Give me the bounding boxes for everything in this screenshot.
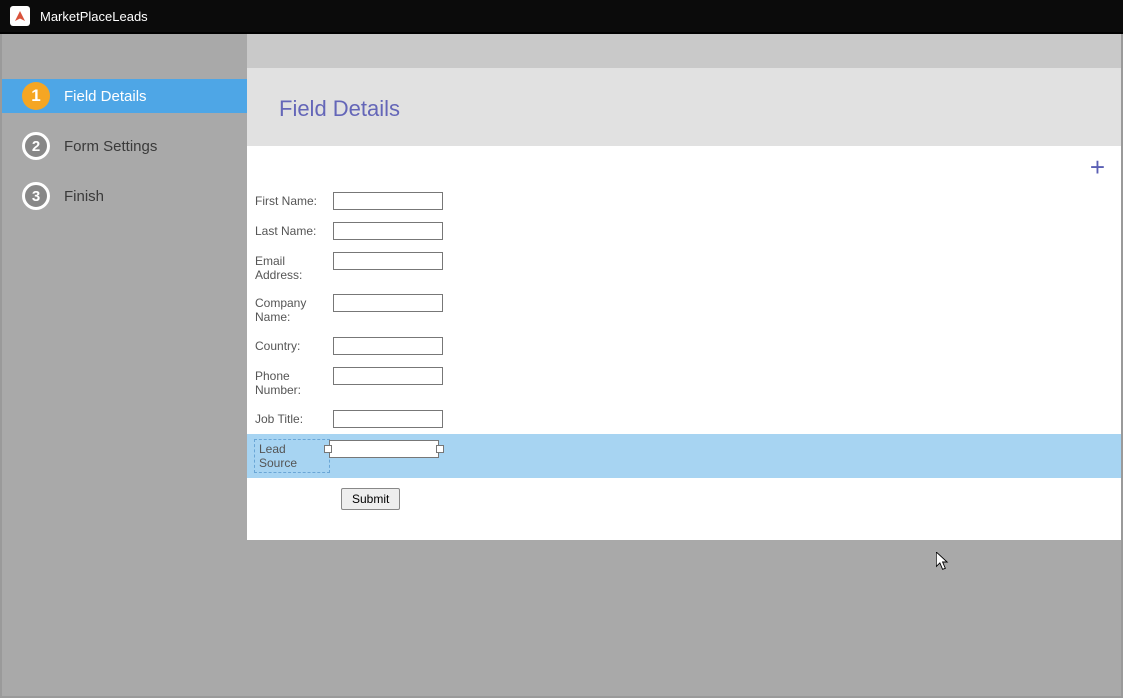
field-label: Lead Source <box>255 440 329 472</box>
field-row-first-name[interactable]: First Name: <box>255 186 1113 216</box>
content: Field Details + First Name: Last Name: E… <box>247 34 1121 696</box>
field-row-phone[interactable]: Phone Number: <box>255 361 1113 404</box>
header-strip <box>247 34 1121 68</box>
page-title-area: Field Details <box>247 68 1121 146</box>
company-input[interactable] <box>333 294 443 312</box>
submit-button[interactable]: Submit <box>341 488 400 510</box>
titlebar: MarketPlaceLeads <box>0 0 1123 34</box>
step-form-settings[interactable]: 2 Form Settings <box>2 129 247 163</box>
field-row-job-title[interactable]: Job Title: <box>255 404 1113 434</box>
step-badge-3: 3 <box>22 182 50 210</box>
selected-input-handles[interactable] <box>329 440 439 458</box>
field-row-last-name[interactable]: Last Name: <box>255 216 1113 246</box>
toolbar: + <box>247 146 1121 182</box>
field-label: Country: <box>255 337 333 353</box>
field-label: First Name: <box>255 192 333 208</box>
field-label: Company Name: <box>255 294 333 325</box>
add-field-icon[interactable]: + <box>1090 154 1105 180</box>
app-icon <box>10 6 30 26</box>
job-title-input[interactable] <box>333 410 443 428</box>
sidebar: 1 Field Details 2 Form Settings 3 Finish <box>2 34 247 696</box>
step-label-3: Finish <box>64 188 104 205</box>
first-name-input[interactable] <box>333 192 443 210</box>
country-input[interactable] <box>333 337 443 355</box>
form-area: + First Name: Last Name: Email Address: … <box>247 146 1121 540</box>
step-field-details[interactable]: 1 Field Details <box>2 79 247 113</box>
form-table: First Name: Last Name: Email Address: Co… <box>247 182 1121 510</box>
step-label-1: Field Details <box>64 88 147 105</box>
field-row-email[interactable]: Email Address: <box>255 246 1113 288</box>
step-label-2: Form Settings <box>64 138 157 155</box>
field-row-lead-source[interactable]: Lead Source <box>247 434 1121 478</box>
step-finish[interactable]: 3 Finish <box>2 179 247 213</box>
field-row-company[interactable]: Company Name: <box>255 288 1113 331</box>
step-badge-2: 2 <box>22 132 50 160</box>
step-badge-1: 1 <box>22 82 50 110</box>
field-label: Email Address: <box>255 252 333 282</box>
last-name-input[interactable] <box>333 222 443 240</box>
email-input[interactable] <box>333 252 443 270</box>
app-title: MarketPlaceLeads <box>40 9 148 24</box>
lead-source-input[interactable] <box>329 440 439 458</box>
field-label: Job Title: <box>255 410 333 426</box>
field-label: Last Name: <box>255 222 333 238</box>
page-title: Field Details <box>279 96 1089 122</box>
field-label: Phone Number: <box>255 367 333 398</box>
phone-input[interactable] <box>333 367 443 385</box>
submit-row: Submit <box>255 478 1113 510</box>
field-row-country[interactable]: Country: <box>255 331 1113 361</box>
workspace: 1 Field Details 2 Form Settings 3 Finish… <box>2 34 1121 696</box>
